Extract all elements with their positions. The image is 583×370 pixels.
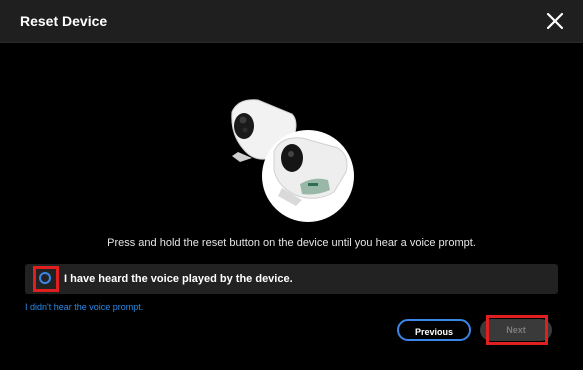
close-icon[interactable] xyxy=(545,11,565,31)
reset-device-dialog: Reset Device Press and hold the reset bu… xyxy=(0,0,583,370)
dialog-header: Reset Device xyxy=(0,0,583,43)
help-link[interactable]: I didn't hear the voice prompt. xyxy=(25,302,143,312)
confirm-row[interactable]: I have heard the voice played by the dev… xyxy=(25,264,558,294)
confirm-radio[interactable] xyxy=(39,272,51,284)
confirm-radio-highlight[interactable] xyxy=(33,266,59,292)
instruction-text: Press and hold the reset button on the d… xyxy=(107,237,476,249)
dialog-title: Reset Device xyxy=(20,13,108,29)
next-button-highlight xyxy=(486,315,548,345)
camera-reset-illustration xyxy=(222,92,362,232)
confirm-label: I have heard the voice played by the dev… xyxy=(64,273,293,285)
previous-button[interactable]: Previous xyxy=(397,319,471,341)
